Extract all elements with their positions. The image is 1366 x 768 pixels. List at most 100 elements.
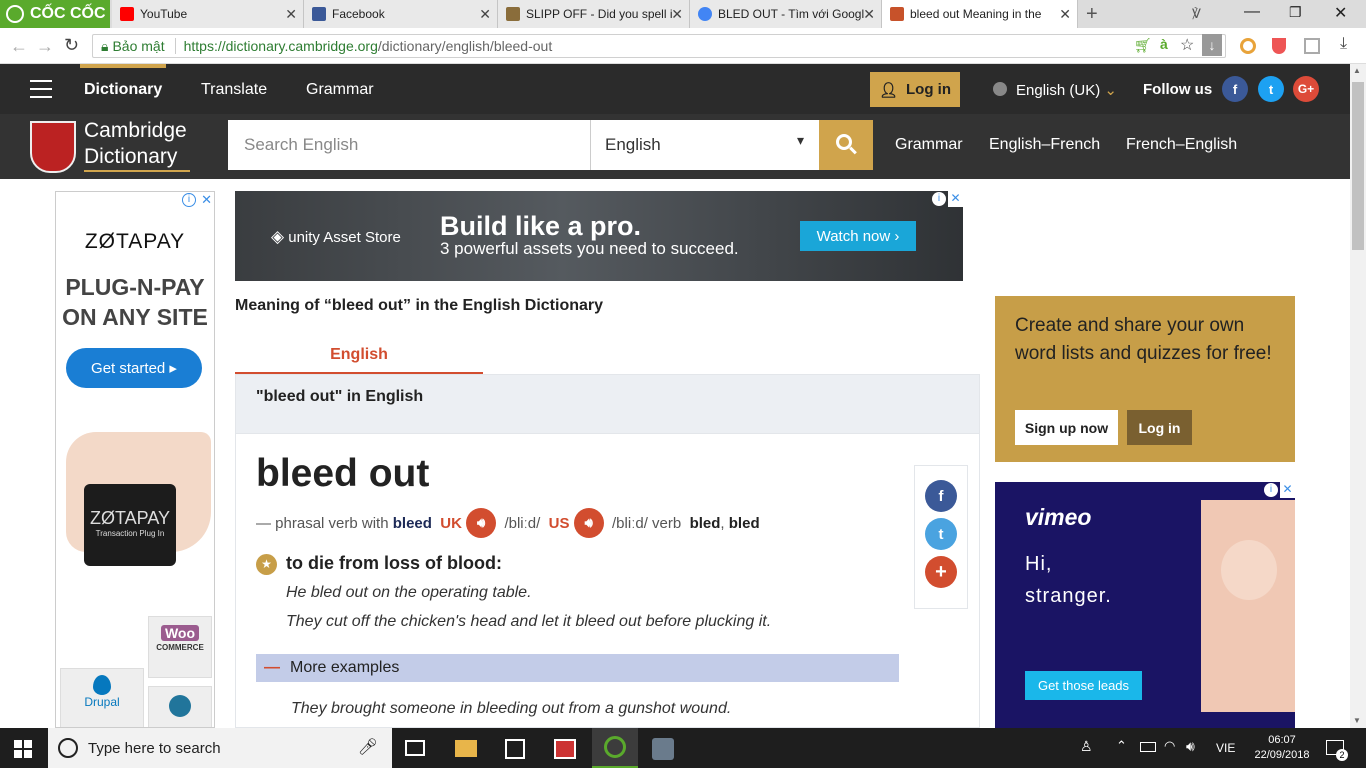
drupal-label: Drupal bbox=[84, 695, 120, 709]
more-examples-toggle[interactable]: — More examples bbox=[256, 654, 899, 682]
minimize-icon[interactable]: — bbox=[1244, 3, 1260, 21]
vimeo-ad[interactable]: vimeo Hi, stranger. Get those leads i ✕ bbox=[995, 482, 1295, 728]
scroll-up-icon[interactable]: ▲ bbox=[1353, 66, 1361, 75]
us-audio-icon[interactable]: 🔊︎ bbox=[573, 508, 604, 538]
close-window-icon[interactable]: ✕ bbox=[1334, 3, 1347, 23]
bookmark-star-icon[interactable]: ☆ bbox=[1180, 35, 1194, 55]
clock[interactable]: 06:07 22/09/2018 bbox=[1250, 733, 1314, 763]
scrollbar-thumb[interactable] bbox=[1352, 82, 1364, 250]
wifi-icon[interactable]: ◠ bbox=[1164, 738, 1175, 754]
tab-google[interactable]: BLED OUT - Tìm với Googl ✕ bbox=[690, 0, 882, 28]
extension-icon[interactable] bbox=[1240, 38, 1256, 54]
search-button[interactable] bbox=[819, 120, 873, 170]
user-icon: 👤︎ bbox=[878, 81, 899, 99]
windows-start-icon[interactable] bbox=[14, 740, 32, 758]
left-ad[interactable]: i ✕ ZØTAPAY PLUG-N-PAY ON ANY SITE Get s… bbox=[55, 191, 215, 728]
tab-facebook[interactable]: Facebook ✕ bbox=[304, 0, 498, 28]
close-tab-icon[interactable]: ✕ bbox=[479, 6, 491, 23]
ad-close-icon[interactable]: ✕ bbox=[1280, 482, 1295, 498]
vimeo-headline: Hi, stranger. bbox=[1025, 548, 1112, 612]
task-view-icon[interactable] bbox=[405, 740, 425, 756]
battery-icon[interactable] bbox=[1140, 742, 1156, 752]
ad-info-icon[interactable]: i bbox=[932, 192, 946, 206]
share-twitter-icon[interactable]: t bbox=[925, 518, 957, 550]
device-brand: ZØTAPAY bbox=[89, 508, 170, 528]
taskbar-search-box[interactable]: Type here to search 🎤︎ bbox=[48, 728, 392, 768]
ad-headline: PLUG-N-PAY ON ANY SITE bbox=[56, 272, 214, 332]
profile-icon[interactable]: ℣ bbox=[1192, 6, 1201, 22]
close-tab-icon[interactable]: ✕ bbox=[863, 6, 875, 23]
star-icon[interactable]: ★ bbox=[256, 554, 277, 575]
address-bar[interactable]: 🔒︎ Bảo mật https://dictionary.cambridge.… bbox=[92, 34, 1226, 58]
cart-icon[interactable]: 🛒︎ bbox=[1134, 37, 1152, 54]
chevron-up-icon[interactable]: ⌃ bbox=[1116, 738, 1127, 754]
uk-audio-icon[interactable]: 🔊︎ bbox=[466, 508, 497, 538]
googleplus-follow-icon[interactable]: G+ bbox=[1293, 76, 1319, 102]
chevron-down-icon: ▾ bbox=[796, 132, 804, 148]
tab-slipp-off[interactable]: SLIPP OFF - Did you spell i ✕ bbox=[498, 0, 690, 28]
facebook-follow-icon[interactable]: f bbox=[1222, 76, 1248, 102]
hamburger-menu-icon[interactable] bbox=[30, 80, 52, 98]
definition: to die from loss of blood: bbox=[286, 553, 502, 573]
microphone-icon[interactable]: 🎤︎ bbox=[358, 737, 378, 757]
download-icon[interactable]: ↓ bbox=[1202, 34, 1222, 56]
get-started-button[interactable]: Get started ▸ bbox=[66, 348, 202, 388]
top-banner-ad[interactable]: ◈ unity Asset Store Build like a pro. 3 … bbox=[235, 191, 963, 281]
translate-icon[interactable]: à bbox=[1160, 36, 1168, 52]
taskbar-coccoc[interactable] bbox=[592, 728, 638, 768]
get-those-leads-button[interactable]: Get those leads bbox=[1025, 671, 1142, 700]
url-host: https://dictionary.cambridge.org bbox=[174, 38, 378, 54]
ad-info-icon[interactable]: i bbox=[1264, 483, 1278, 497]
adblock-icon[interactable] bbox=[1272, 38, 1286, 54]
close-tab-icon[interactable]: ✕ bbox=[1059, 6, 1071, 23]
volume-icon[interactable]: 🔊︎ bbox=[1186, 738, 1195, 755]
word-list-promo: Create and share your own word lists and… bbox=[995, 296, 1295, 462]
scroll-down-icon[interactable]: ▼ bbox=[1353, 716, 1361, 725]
language-selector[interactable]: English (UK) ⌄ bbox=[1016, 81, 1117, 99]
notification-count: 2 bbox=[1336, 749, 1348, 761]
store-icon[interactable] bbox=[505, 739, 525, 759]
forward-icon[interactable]: → bbox=[36, 36, 54, 57]
zotapay-device-image: ZØTAPAY Transaction Plug In bbox=[84, 484, 176, 566]
nav-dictionary[interactable]: Dictionary bbox=[84, 81, 162, 99]
ad-close-icon[interactable]: ✕ bbox=[201, 192, 212, 208]
app2-icon[interactable] bbox=[652, 738, 674, 760]
tab-cambridge[interactable]: bleed out Meaning in the ✕ bbox=[882, 0, 1078, 28]
link-english-french[interactable]: English–French bbox=[989, 136, 1100, 154]
back-icon[interactable]: ← bbox=[10, 36, 28, 57]
watch-now-button[interactable]: Watch now › bbox=[800, 221, 916, 251]
nav-grammar[interactable]: Grammar bbox=[306, 81, 374, 99]
close-tab-icon[interactable]: ✕ bbox=[285, 6, 297, 23]
file-explorer-icon[interactable] bbox=[455, 740, 477, 757]
search-language-select[interactable]: English ▾ bbox=[590, 120, 820, 170]
close-tab-icon[interactable]: ✕ bbox=[671, 6, 683, 23]
nav-translate[interactable]: Translate bbox=[201, 81, 267, 99]
coccoc-menu-button[interactable]: CỐC CỐC bbox=[0, 0, 110, 28]
search-input[interactable]: Search English bbox=[228, 120, 590, 170]
app-icon[interactable] bbox=[554, 739, 576, 759]
download-arrow-icon[interactable]: ⤓ bbox=[1340, 35, 1347, 53]
login-button[interactable]: 👤︎ Log in bbox=[870, 72, 960, 107]
restore-icon[interactable]: ❐ bbox=[1289, 4, 1302, 21]
link-grammar[interactable]: Grammar bbox=[895, 136, 963, 154]
ad-headline-line2: ON ANY SITE bbox=[62, 304, 208, 330]
tab-youtube[interactable]: YouTube ✕ bbox=[112, 0, 304, 28]
tab-english[interactable]: English bbox=[235, 346, 483, 364]
input-language[interactable]: VIE bbox=[1216, 741, 1235, 755]
ad-close-icon[interactable]: ✕ bbox=[948, 191, 963, 207]
character-face bbox=[1221, 540, 1277, 600]
link-french-english[interactable]: French–English bbox=[1126, 136, 1237, 154]
twitter-follow-icon[interactable]: t bbox=[1258, 76, 1284, 102]
reload-icon[interactable]: ↻ bbox=[64, 35, 79, 56]
us-label: US bbox=[548, 514, 570, 532]
sidebar-login-button[interactable]: Log in bbox=[1127, 410, 1192, 445]
people-icon[interactable]: ♙ bbox=[1080, 738, 1093, 755]
new-tab-button[interactable]: + bbox=[1086, 3, 1098, 26]
share-facebook-icon[interactable]: f bbox=[925, 480, 957, 512]
share-more-icon[interactable]: + bbox=[925, 556, 957, 588]
pos-base-link[interactable]: bleed bbox=[393, 515, 432, 532]
cambridge-logo[interactable]: Cambridge Dictionary bbox=[84, 118, 187, 170]
extension-gray-icon[interactable] bbox=[1304, 38, 1320, 54]
ad-info-icon[interactable]: i bbox=[182, 193, 196, 207]
sign-up-button[interactable]: Sign up now bbox=[1015, 410, 1118, 445]
